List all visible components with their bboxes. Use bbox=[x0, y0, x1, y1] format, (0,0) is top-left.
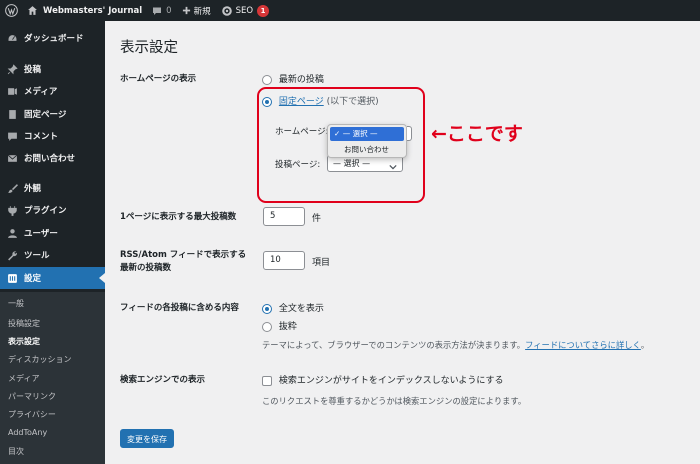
dashboard-icon bbox=[0, 33, 24, 44]
posts-per-page-input[interactable]: 5 bbox=[263, 207, 305, 226]
sidebar-item-appearance[interactable]: 外観 bbox=[0, 177, 105, 199]
sidebar-item-label: ユーザー bbox=[24, 229, 58, 239]
submenu-privacy[interactable]: プライバシー bbox=[8, 409, 56, 420]
sidebar-item-plugins[interactable]: プラグイン bbox=[0, 199, 105, 221]
homepage-display-label: ホームページの表示 bbox=[120, 74, 197, 84]
seo-gear-icon bbox=[221, 5, 236, 17]
sidebar-item-label: 設定 bbox=[24, 274, 42, 284]
seo-notification-badge: 1 bbox=[257, 4, 270, 17]
sidebar-item-pages[interactable]: 固定ページ bbox=[0, 103, 105, 125]
noindex-checkbox-row[interactable]: 検索エンジンがサイトをインデックスしないようにする bbox=[262, 373, 504, 386]
page-icon bbox=[0, 109, 24, 120]
radio-latest-label: 最新の投稿 bbox=[278, 75, 324, 85]
feed-count-label: RSS/Atom フィードで表示する 最新の投稿数 bbox=[120, 249, 246, 275]
site-name: Webmasters' Journal bbox=[43, 5, 143, 16]
feed-description-end: 。 bbox=[640, 340, 650, 350]
settings-icon bbox=[0, 273, 24, 284]
sidebar-item-label: プラグイン bbox=[24, 206, 67, 216]
sidebar-item-settings[interactable]: 設定 bbox=[0, 267, 105, 289]
feed-description: テーマによって、ブラウザーでのコンテンツの表示方法が決まります。フィードについて… bbox=[262, 339, 649, 351]
noindex-checkbox[interactable] bbox=[262, 375, 272, 386]
posts-per-page-label: 1ページに表示する最大投稿数 bbox=[120, 212, 237, 222]
user-icon bbox=[0, 228, 24, 239]
comment-icon bbox=[0, 131, 24, 142]
noindex-checkbox-label: 検索エンジンがサイトをインデックスしないようにする bbox=[278, 376, 504, 386]
radio-full-text[interactable]: 全文を表示 bbox=[262, 301, 324, 314]
comments-count: 0 bbox=[166, 5, 172, 16]
submenu-permalinks[interactable]: パーマリンク bbox=[8, 391, 56, 402]
home-icon bbox=[27, 5, 43, 16]
settings-submenu: 一般 投稿設定 表示設定 ディスカッション メディア パーマリンク プライバシー… bbox=[0, 292, 105, 464]
new-content-link[interactable]: 新規 bbox=[177, 0, 216, 21]
radio-button-checked[interactable] bbox=[262, 303, 272, 314]
seo-label: SEO bbox=[235, 5, 254, 16]
radio-full-text-label: 全文を表示 bbox=[278, 304, 324, 314]
feed-count-label-line2: 最新の投稿数 bbox=[120, 263, 172, 273]
wordpress-logo-icon[interactable] bbox=[0, 0, 22, 21]
submenu-general[interactable]: 一般 bbox=[8, 298, 24, 309]
sidebar-item-contact[interactable]: お問い合わせ bbox=[0, 147, 105, 169]
sidebar-item-label: 固定ページ bbox=[24, 110, 67, 120]
admin-sidebar: ダッシュボード 投稿 メディア 固定ページ コメント お問い合わせ 外観 プラグ… bbox=[0, 21, 105, 464]
wrench-icon bbox=[0, 250, 24, 261]
submenu-toc[interactable]: 目次 bbox=[8, 446, 24, 457]
sidebar-item-label: コメント bbox=[24, 132, 59, 142]
radio-excerpt-label: 抜粋 bbox=[278, 322, 297, 332]
posts-per-page-unit: 件 bbox=[312, 214, 322, 224]
pin-icon bbox=[0, 63, 24, 75]
submenu-discussion[interactable]: ディスカッション bbox=[8, 354, 71, 365]
sidebar-item-label: 外観 bbox=[24, 184, 42, 194]
media-icon bbox=[0, 86, 24, 97]
sidebar-item-users[interactable]: ユーザー bbox=[0, 222, 105, 244]
seo-menu-link[interactable]: SEO 1 bbox=[216, 0, 274, 21]
comment-bubble-icon bbox=[152, 6, 166, 16]
sidebar-item-label: お問い合わせ bbox=[24, 154, 76, 164]
sidebar-item-label: 投稿 bbox=[24, 65, 42, 75]
sidebar-item-tools[interactable]: ツール bbox=[0, 244, 105, 266]
feed-description-text: テーマによって、ブラウザーでのコンテンツの表示方法が決まります。 bbox=[262, 340, 526, 350]
site-name-link[interactable]: Webmasters' Journal bbox=[22, 0, 147, 21]
new-label: 新規 bbox=[193, 6, 211, 17]
radio-excerpt[interactable]: 抜粋 bbox=[262, 319, 297, 332]
feed-content-label: フィードの各投稿に含める内容 bbox=[120, 303, 239, 313]
search-engine-note: このリクエストを尊重するかどうかは検索エンジンの設定によります。 bbox=[262, 396, 527, 406]
mail-icon bbox=[0, 153, 24, 164]
main-content: 表示設定 ホームページの表示 最新の投稿 固定ページ (以下で選択) ホームペー… bbox=[105, 21, 700, 464]
submenu-addtoany[interactable]: AddToAny bbox=[8, 428, 47, 437]
highlight-box bbox=[257, 87, 425, 203]
submenu-media[interactable]: メディア bbox=[8, 373, 39, 384]
sidebar-item-label: メディア bbox=[24, 87, 58, 97]
plus-icon bbox=[182, 6, 194, 15]
feed-learn-more-link[interactable]: フィードについてさらに詳しく bbox=[525, 340, 641, 350]
submenu-reading[interactable]: 表示設定 bbox=[8, 336, 40, 347]
radio-button[interactable] bbox=[262, 321, 272, 332]
sidebar-item-label: ダッシュボード bbox=[24, 34, 84, 44]
brush-icon bbox=[0, 183, 24, 194]
feed-count-input[interactable]: 10 bbox=[263, 251, 305, 270]
sidebar-item-comments[interactable]: コメント bbox=[0, 125, 105, 147]
submenu-writing[interactable]: 投稿設定 bbox=[8, 318, 40, 329]
feed-count-unit: 項目 bbox=[312, 258, 331, 268]
annotation-text: ←ここです bbox=[431, 123, 523, 145]
sidebar-item-posts[interactable]: 投稿 bbox=[0, 58, 105, 80]
sidebar-item-media[interactable]: メディア bbox=[0, 80, 105, 102]
page-title: 表示設定 bbox=[120, 40, 178, 56]
save-changes-button[interactable]: 変更を保存 bbox=[120, 429, 174, 448]
feed-count-label-line1: RSS/Atom フィードで表示する bbox=[120, 250, 247, 260]
radio-latest-posts[interactable]: 最新の投稿 bbox=[262, 72, 324, 85]
radio-button[interactable] bbox=[262, 74, 272, 85]
sidebar-item-dashboard[interactable]: ダッシュボード bbox=[0, 27, 105, 49]
search-engine-label: 検索エンジンでの表示 bbox=[120, 375, 206, 385]
admin-bar: Webmasters' Journal 0 新規 SEO 1 bbox=[0, 0, 700, 21]
sidebar-item-label: ツール bbox=[24, 251, 50, 261]
comments-link[interactable]: 0 bbox=[147, 0, 176, 21]
plugin-icon bbox=[0, 205, 24, 216]
